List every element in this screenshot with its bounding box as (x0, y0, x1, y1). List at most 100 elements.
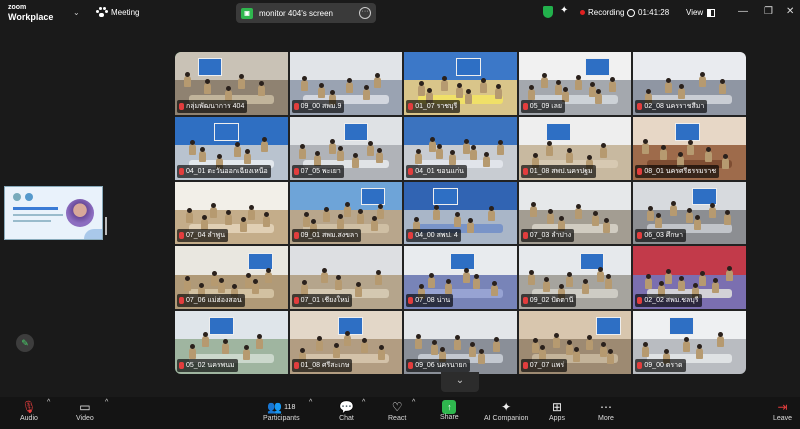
video-tile[interactable]: กลุ่มพัฒนาการ 404 (175, 52, 288, 115)
mic-muted-icon (522, 232, 528, 240)
more-options-icon[interactable]: ··· (359, 7, 371, 19)
video-tile[interactable]: 01_08 ศรีสะเกษ (289, 311, 403, 374)
participant-name: 07_07 แพร่ (529, 361, 565, 369)
participant-figure (566, 147, 574, 163)
video-tile[interactable]: 01_07 ราชบุรี (404, 52, 517, 115)
room-wall (518, 116, 632, 146)
video-tile[interactable]: 07_01 เชียงใหม่ (289, 246, 403, 310)
video-tile[interactable]: 09_02 ปัตตานี (518, 246, 632, 310)
shield-icon[interactable] (543, 6, 553, 18)
participant-name: 04_01 ตะวันออกเฉียงเหนือ (186, 167, 268, 175)
chevron-down-icon[interactable]: ⌄ (73, 8, 80, 17)
participant-name-label: กลุ่มพัฒนาการ 404 (177, 99, 248, 113)
video-tile[interactable]: 05_02 นครพนม (175, 311, 288, 374)
video-tile[interactable]: 09_00 สพม.9 (289, 52, 403, 115)
recording-indicator[interactable]: Recording (580, 8, 624, 17)
participant-figure (725, 266, 733, 282)
mic-muted-icon (293, 361, 299, 369)
more-button[interactable]: ⋯ More (598, 399, 614, 422)
participant-name-label: 09_06 นครนายก (406, 358, 470, 372)
participant-name-label: 09_02 ปัตตานี (520, 294, 577, 308)
view-button[interactable]: View (686, 8, 716, 17)
audio-options-chevron[interactable]: ^ (47, 399, 50, 406)
video-tile[interactable]: 02_02 สพม.ชลบุรี (633, 246, 746, 310)
ai-companion-button[interactable]: ✦ AI Companion (484, 399, 528, 422)
apps-icon: ⊞ (551, 400, 563, 414)
participant-figure (256, 333, 264, 349)
top-bar: zoom Workplace ⌄ Meeting ▣ monitor 404's… (0, 0, 800, 26)
video-tile[interactable]: 07_06 แม่ฮ่องสอน (175, 246, 288, 310)
mic-muted-icon (522, 297, 528, 305)
video-tile[interactable]: 07_04 ลำพูน (175, 181, 288, 245)
video-tile[interactable]: 09_06 นครนายก (404, 311, 517, 374)
video-tile[interactable]: 04_00 สพป. 4 (404, 181, 517, 245)
chat-button[interactable]: 💬 Chat (339, 399, 354, 422)
participant-name: 02_08 นครราชสีมา (644, 102, 705, 110)
sparkle-icon[interactable]: ✦ (560, 5, 568, 16)
participant-figure (483, 152, 490, 168)
video-tile[interactable]: 04_01 ตะวันออกเฉียงเหนือ (175, 116, 288, 180)
participant-figure (542, 276, 550, 292)
participant-name: 07_08 น่าน (415, 297, 451, 305)
participant-name: 01_07 ราชบุรี (415, 102, 458, 110)
chat-options-chevron[interactable]: ^ (362, 399, 365, 406)
chevron-down-icon[interactable]: ⌄ (441, 372, 479, 392)
video-tile[interactable]: 07_07 แพร่ (518, 311, 632, 374)
video-tile[interactable]: 09_00 ตราด (633, 311, 746, 374)
shared-content-thumbnail[interactable] (4, 186, 103, 240)
video-tile[interactable]: 06_03 ศึกษา (633, 181, 746, 245)
participant-figure (318, 83, 326, 99)
participant-name-label: 01_08 สพป.นครปฐม (520, 164, 596, 178)
audio-button[interactable]: 🎙 Audio (20, 399, 38, 422)
participant-figure (184, 275, 191, 291)
share-button[interactable]: ↑ Share (440, 399, 459, 421)
video-tile[interactable]: 07_08 น่าน (404, 246, 517, 310)
mic-muted-icon (637, 361, 643, 369)
leave-button[interactable]: ⇥ Leave (773, 399, 792, 422)
apps-button[interactable]: ⊞ Apps (549, 399, 565, 422)
participant-name: 01_08 ศรีสะเกษ (300, 361, 350, 369)
video-button[interactable]: ▭ Video (76, 399, 94, 422)
restore-icon[interactable]: ❐ (764, 6, 773, 17)
minimize-icon[interactable]: — (738, 6, 748, 17)
video-tile[interactable]: 07_03 ลำปาง (518, 181, 632, 245)
meeting-menu[interactable]: Meeting (96, 7, 139, 17)
participant-figure (363, 85, 371, 101)
participant-figure (608, 76, 616, 92)
participant-figure (477, 349, 485, 365)
video-tile[interactable]: 05_09 เลย (518, 52, 632, 115)
participants-options-chevron[interactable]: ^ (309, 399, 312, 406)
video-tile[interactable]: 09_01 สพม.สงขลา (289, 181, 403, 245)
participant-figure (360, 337, 368, 353)
mic-muted-icon (293, 167, 299, 175)
participant-figure (724, 210, 732, 226)
video-tile[interactable]: 04_01 ขอนแก่น (404, 116, 517, 180)
participant-figure (644, 274, 652, 290)
video-tile[interactable]: 01_08 สพป.นครปฐม (518, 116, 632, 180)
meeting-toolbar: 🎙 Audio ^ ▭ Video ^ 👥 118 Participants ^ … (0, 397, 800, 429)
video-tile[interactable]: 02_08 นครราชสีมา (633, 52, 746, 115)
pencil-icon[interactable]: ✎ (16, 334, 34, 352)
close-icon[interactable]: ✕ (786, 6, 794, 17)
shared-screen-pill[interactable]: ▣ monitor 404's screen ··· (236, 3, 376, 23)
react-options-chevron[interactable]: ^ (412, 399, 415, 406)
resize-handle[interactable] (105, 217, 107, 235)
video-options-chevron[interactable]: ^ (105, 399, 108, 406)
logo-badge-icon (13, 193, 21, 201)
participants-button[interactable]: 👥 118 Participants (263, 399, 300, 422)
video-tile[interactable]: 07_05 พะเยา (289, 116, 403, 180)
video-tile[interactable]: 08_01 นครศรีธรรมราช (633, 116, 746, 180)
participant-name: 07_01 เชียงใหม่ (300, 297, 350, 305)
participant-figure (300, 76, 308, 92)
participant-figure (415, 333, 423, 349)
react-button[interactable]: ♡ React (388, 399, 406, 422)
paw-icon (96, 7, 108, 17)
participant-name-label: 07_01 เชียงใหม่ (291, 294, 353, 308)
participant-figure (224, 209, 232, 225)
participant-figure (530, 202, 538, 218)
participant-figure (586, 334, 594, 350)
participant-figure (428, 272, 436, 288)
participant-name: 04_01 ขอนแก่น (415, 167, 464, 175)
audio-label: Audio (20, 415, 38, 422)
people-icon: 👥 118 (267, 400, 296, 414)
